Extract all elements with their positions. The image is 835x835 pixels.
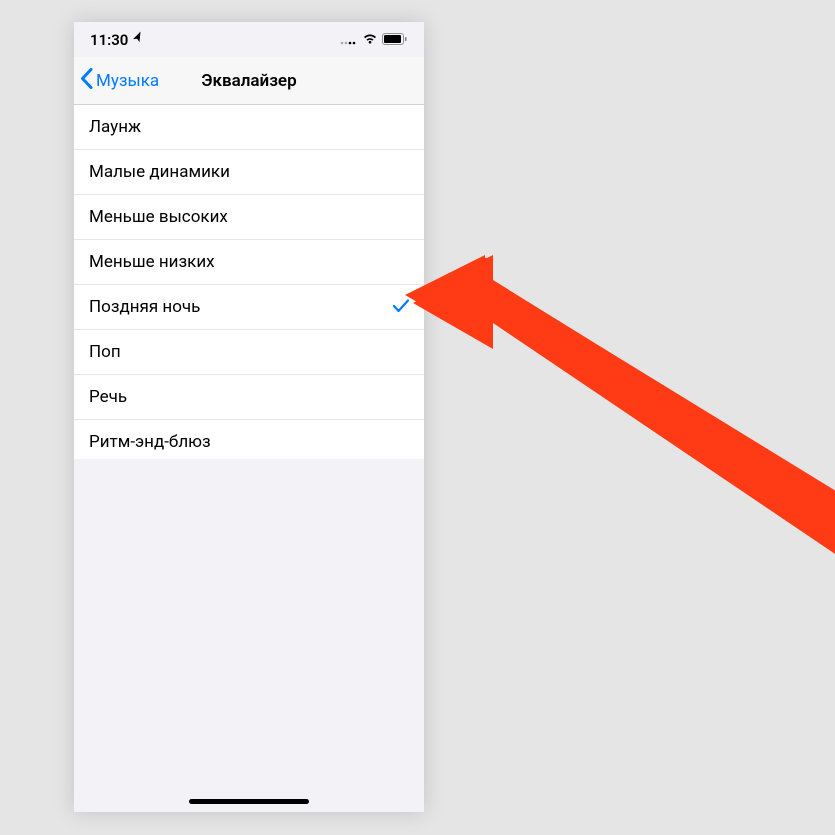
- annotation-arrow-icon: [405, 255, 835, 585]
- home-indicator[interactable]: [189, 799, 309, 804]
- location-icon: [130, 30, 146, 48]
- status-right: [340, 31, 408, 49]
- list-item-label: Речь: [89, 387, 127, 407]
- status-time: 11:30: [90, 31, 128, 49]
- list-item-label: Поп: [89, 342, 121, 362]
- list-item-label: Поздняя ночь: [89, 297, 200, 317]
- equalizer-list: Лаунж Малые динамики Меньше высоких Меньше …: [74, 105, 424, 459]
- list-item-label: Малые динамики: [89, 162, 230, 182]
- status-bar: 11:30: [74, 22, 424, 57]
- check-icon: [393, 298, 409, 317]
- list-item-label: Ритм-энд-блюз: [89, 432, 211, 452]
- annotation-arrow-icon: [410, 258, 835, 578]
- battery-icon: [382, 31, 408, 49]
- phone-screen: 11:30: [74, 22, 424, 812]
- list-item[interactable]: Поп: [74, 330, 424, 375]
- bottom-area: [74, 459, 424, 813]
- back-label: Музыка: [96, 71, 159, 91]
- list-item[interactable]: Ритм-энд-блюз: [74, 420, 424, 459]
- list-item-label: Меньше низких: [89, 252, 215, 272]
- list-item-label: Лаунж: [89, 117, 141, 137]
- list-item[interactable]: Малые динамики: [74, 150, 424, 195]
- status-left: 11:30: [90, 31, 144, 49]
- nav-header: Музыка Эквалайзер: [74, 57, 424, 105]
- back-button[interactable]: Музыка: [80, 68, 159, 94]
- list-item[interactable]: Лаунж: [74, 105, 424, 150]
- list-item[interactable]: Меньше низких: [74, 240, 424, 285]
- list-item-label: Меньше высоких: [89, 207, 228, 227]
- list-item[interactable]: Меньше высоких: [74, 195, 424, 240]
- chevron-back-icon: [80, 68, 93, 94]
- list-item[interactable]: Речь: [74, 375, 424, 420]
- signal-icon: [340, 31, 358, 49]
- wifi-icon: [362, 31, 378, 49]
- list-item[interactable]: Поздняя ночь: [74, 285, 424, 330]
